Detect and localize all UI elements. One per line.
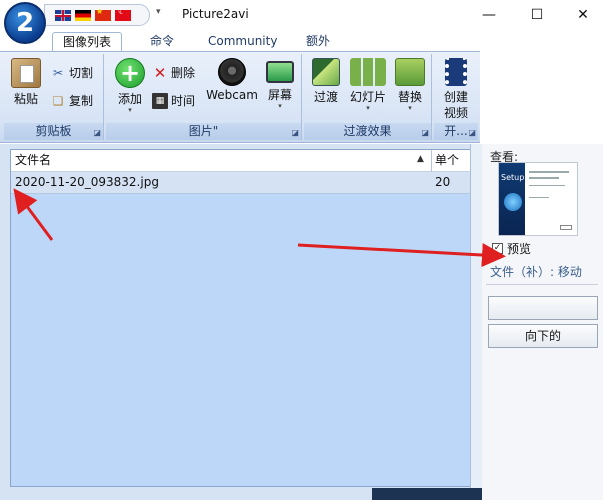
ribbon-tabs: 图像列表 命令 Community 额外 [0, 30, 480, 52]
row-value: 20 [435, 175, 451, 189]
delete-button[interactable]: ✕ 删除 [152, 64, 195, 81]
thumbnail-button [560, 225, 572, 230]
delete-label: 删除 [171, 66, 196, 80]
file-move-text: 文件（补）: 移动 [490, 265, 582, 279]
webcam-icon [218, 58, 246, 86]
pictures-group: + 添加 ▾ ✕ 删除 ▦ 时间 Webcam 屏幕 ▾ 图片" ◪ [106, 54, 302, 140]
clipboard-group-label: 剪贴板 [4, 123, 103, 140]
create-video-label-2: 视频 [443, 106, 468, 120]
cut-label: 切割 [69, 66, 94, 80]
main-content: 文件名 ▲ 单个 2020-11-20_093832.jpg 20 [0, 144, 480, 500]
ribbon: 粘贴 ✂ 切割 ❏ 复制 剪贴板 ◪ + 添加 ▾ ✕ 删除 ▦ 时间 Webc… [0, 51, 480, 143]
transition-label: 过渡 [313, 90, 338, 104]
transitions-launcher-icon[interactable]: ◪ [421, 128, 429, 137]
image-list[interactable]: 文件名 ▲ 单个 2020-11-20_093832.jpg 20 [10, 149, 474, 487]
time-button[interactable]: ▦ 时间 [152, 92, 195, 109]
cut-button[interactable]: ✂ 切割 [50, 64, 93, 81]
replace-icon [395, 58, 425, 86]
empty-button[interactable] [488, 296, 598, 320]
add-label: 添加 [117, 92, 142, 106]
qat-dropdown-icon[interactable]: ▾ [156, 7, 161, 17]
app-logo-icon[interactable]: 2 [4, 2, 46, 44]
tr-flag-icon[interactable] [115, 7, 131, 21]
table-row[interactable]: 2020-11-20_093832.jpg 20 [11, 172, 473, 194]
film-icon: ▦ [152, 92, 168, 109]
transition-icon [312, 58, 340, 86]
transitions-group-label: 过渡效果 [304, 123, 431, 140]
pictures-group-label: 图片" [106, 123, 301, 140]
add-dropdown-icon: ▾ [128, 106, 132, 114]
webcam-label: Webcam [206, 88, 258, 102]
delete-icon: ✕ [153, 63, 167, 82]
tab-commands[interactable]: 命令 [140, 32, 184, 52]
preview-checkbox-row[interactable]: ✓ 预览 [492, 240, 531, 257]
monitor-icon [266, 61, 294, 83]
thumbnail-line [529, 177, 559, 179]
film-strip-icon [445, 58, 467, 86]
screen-label: 屏幕 [267, 88, 292, 102]
right-panel: 查看: Setup ✓ 预览 文件（补）: 移动 向下的 [482, 144, 603, 500]
thumbnail-line [529, 185, 565, 186]
webcam-button[interactable]: Webcam [206, 58, 258, 102]
uk-flag-icon[interactable] [55, 9, 71, 21]
paste-icon [11, 58, 41, 88]
maximize-button[interactable]: ☐ [514, 0, 560, 30]
preview-checkbox[interactable]: ✓ [492, 243, 503, 254]
slideshow-label: 幻灯片 [349, 90, 386, 104]
replace-label: 替换 [397, 90, 422, 104]
create-video-label-1: 创建 [443, 90, 468, 104]
preview-thumbnail: Setup [498, 162, 578, 236]
scissors-icon: ✂ [52, 65, 64, 80]
taskbar-fragment [372, 488, 482, 500]
replace-dropdown-icon: ▾ [408, 104, 412, 112]
slideshow-button[interactable]: 幻灯片 ▾ [346, 58, 390, 112]
thumbnail-logo-icon [504, 193, 522, 211]
move-down-button[interactable]: 向下的 [488, 324, 598, 348]
quick-access-toolbar [44, 4, 150, 26]
replace-button[interactable]: 替换 ▾ [392, 58, 428, 112]
copy-button[interactable]: ❏ 复制 [50, 92, 93, 109]
tab-image-list[interactable]: 图像列表 [52, 32, 123, 52]
panel-divider [486, 284, 598, 285]
create-video-button[interactable]: 创建 视频 [438, 58, 474, 121]
column-single[interactable]: 单个 [431, 150, 473, 171]
add-button[interactable]: + 添加 ▾ [112, 58, 148, 114]
window-title: Picture2avi [182, 7, 249, 21]
de-flag-icon[interactable] [75, 9, 91, 21]
tab-extra[interactable]: 额外 [296, 32, 340, 52]
cn-flag-icon[interactable] [95, 7, 111, 21]
splitter[interactable] [470, 144, 482, 500]
time-label: 时间 [171, 94, 196, 108]
paste-label: 粘贴 [13, 92, 38, 106]
thumbnail-sidebar: Setup [499, 163, 525, 235]
thumbnail-line [529, 197, 549, 198]
title-bar: ▾ Picture2avi — ☐ ✕ [0, 0, 603, 30]
screen-dropdown-icon: ▾ [278, 102, 282, 110]
screen-button[interactable]: 屏幕 ▾ [262, 58, 298, 110]
close-button[interactable]: ✕ [560, 0, 603, 30]
copy-label: 复制 [69, 94, 94, 108]
transition-button[interactable]: 过渡 [308, 58, 344, 105]
preview-label: 预览 [507, 242, 532, 256]
minimize-button[interactable]: — [466, 0, 512, 30]
paste-button[interactable]: 粘贴 [8, 58, 44, 107]
column-filename[interactable]: 文件名 [11, 150, 431, 171]
thumbnail-line [529, 171, 569, 173]
video-launcher-icon[interactable]: ◪ [468, 128, 476, 137]
slideshow-icon [350, 58, 386, 86]
list-header: 文件名 ▲ 单个 [11, 150, 473, 172]
slideshow-dropdown-icon: ▾ [366, 104, 370, 112]
sort-up-icon: ▲ [417, 154, 424, 164]
add-icon: + [115, 58, 145, 88]
video-group: 创建 视频 开... ◪ [434, 54, 478, 140]
thumbnail-text: Setup [501, 173, 525, 182]
tab-community[interactable]: Community [198, 32, 287, 52]
clipboard-group: 粘贴 ✂ 切割 ❏ 复制 剪贴板 ◪ [4, 54, 104, 140]
row-filename: 2020-11-20_093832.jpg [15, 175, 159, 189]
pictures-launcher-icon[interactable]: ◪ [291, 128, 299, 137]
copy-icon: ❏ [52, 93, 64, 108]
clipboard-launcher-icon[interactable]: ◪ [93, 128, 101, 137]
transitions-group: 过渡 幻灯片 ▾ 替换 ▾ 过渡效果 ◪ [304, 54, 432, 140]
